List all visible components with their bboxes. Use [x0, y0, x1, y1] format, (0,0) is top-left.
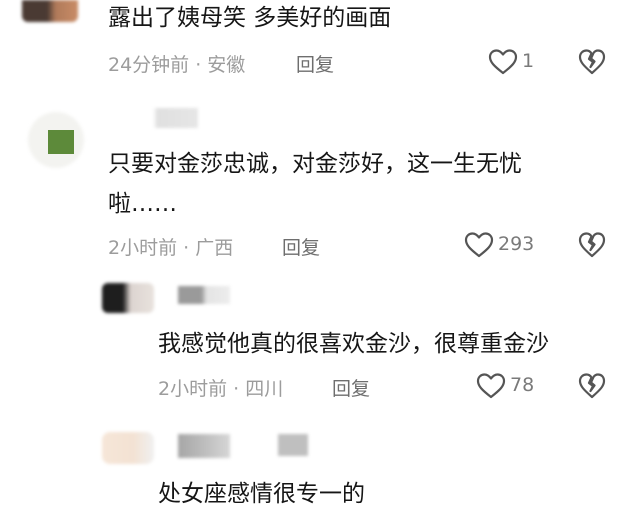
username	[108, 108, 198, 128]
comment-text: 处女座感情很专一的	[158, 481, 365, 507]
reply-button[interactable]: 回复	[296, 50, 334, 77]
comment-text: 只要对金莎忠诚，对金莎好，这一生无忧	[108, 151, 522, 177]
username	[178, 434, 230, 458]
comment-meta: 2小时前 · 广西	[108, 237, 234, 259]
avatar-badge	[48, 130, 74, 154]
comment-text-continued: 啦……	[108, 191, 177, 217]
heart-outline-icon[interactable]	[464, 231, 494, 259]
comment-meta: 24分钟前 · 安徽	[108, 54, 246, 76]
comment-meta: 2小时前 · 四川	[158, 378, 284, 400]
broken-heart-icon[interactable]	[578, 231, 606, 259]
comment-text: 露出了姨母笑 多美好的画面	[108, 5, 392, 31]
avatar[interactable]	[102, 432, 154, 464]
heart-outline-icon[interactable]	[488, 48, 518, 76]
user-badge	[278, 434, 308, 456]
username	[178, 286, 230, 304]
avatar[interactable]	[22, 0, 78, 22]
like-count: 1	[522, 50, 535, 72]
like-count: 293	[498, 233, 535, 255]
reply-button[interactable]: 回复	[282, 233, 320, 260]
comment-text: 我感觉他真的很喜欢金沙，很尊重金沙	[158, 331, 549, 357]
broken-heart-icon[interactable]	[578, 48, 606, 76]
heart-outline-icon[interactable]	[476, 372, 506, 400]
like-count: 78	[510, 374, 535, 396]
reply-button[interactable]: 回复	[332, 374, 370, 401]
broken-heart-icon[interactable]	[578, 372, 606, 400]
avatar[interactable]	[102, 283, 154, 313]
